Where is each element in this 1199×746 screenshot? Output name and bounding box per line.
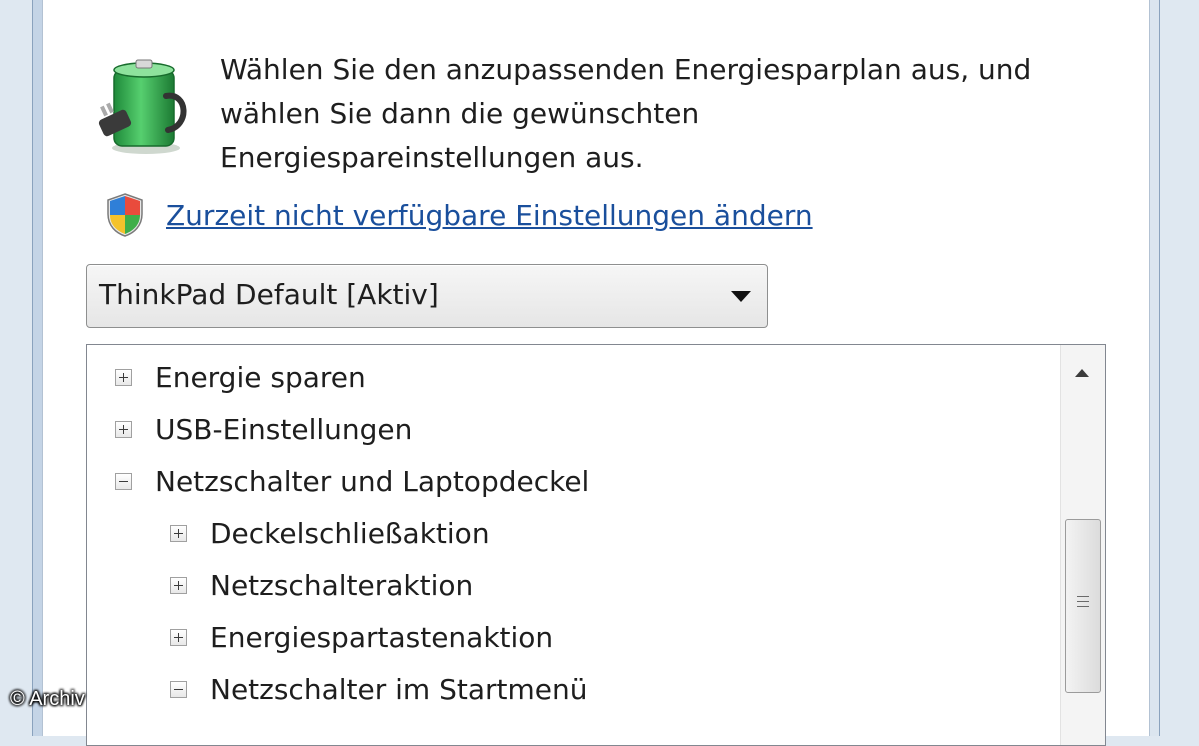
tree-item-label: Netzschalter und Laptopdeckel	[155, 464, 590, 498]
copyright-watermark: © Archiv	[10, 688, 85, 710]
tree-item-energie-sparen[interactable]: Energie sparen	[115, 351, 366, 403]
scroll-up-arrow-icon[interactable]	[1075, 369, 1089, 377]
chevron-down-icon[interactable]	[731, 291, 751, 302]
expand-icon[interactable]	[115, 368, 132, 386]
power-plan-dropdown[interactable]: ThinkPad Default [Aktiv]	[86, 264, 768, 328]
tree-item-label: Energiespartastenaktion	[210, 620, 554, 654]
tree-item-netzschalteraktion[interactable]: Netzschalteraktion	[170, 559, 473, 611]
expand-icon[interactable]	[115, 420, 132, 438]
tree-item-netzschalter-startmenue[interactable]: Netzschalter im Startmenü	[170, 663, 587, 715]
change-unavailable-settings-link[interactable]: Zurzeit nicht verfügbare Einstellungen ä…	[166, 194, 813, 238]
tree-item-label: Netzschalteraktion	[210, 568, 474, 602]
expand-icon[interactable]	[170, 576, 187, 594]
description-line: wählen Sie dann die gewünschten	[220, 97, 700, 130]
power-settings-tree[interactable]: Energie sparen USB-Einstellungen Netzsch…	[86, 344, 1106, 746]
description-line: Energiespareinstellungen aus.	[220, 141, 644, 174]
tree-item-label: Energie sparen	[155, 360, 366, 394]
tree-item-deckelschliessaktion[interactable]: Deckelschließaktion	[170, 507, 490, 559]
tree-item-label: Netzschalter im Startmenü	[210, 672, 588, 706]
tree-item-usb-einstellungen[interactable]: USB-Einstellungen	[115, 403, 412, 455]
tree-item-label: USB-Einstellungen	[155, 412, 413, 446]
description-line: Wählen Sie den anzupassenden Energiespar…	[220, 53, 1032, 86]
grip-line	[1077, 601, 1089, 602]
scrollbar-thumb[interactable]	[1065, 519, 1101, 693]
collapse-icon[interactable]	[115, 472, 132, 490]
tree-scrollbar[interactable]	[1060, 345, 1105, 745]
tree-item-netzschalter-laptopdeckel[interactable]: Netzschalter und Laptopdeckel	[115, 455, 589, 507]
expand-icon[interactable]	[170, 628, 187, 646]
plan-description: Wählen Sie den anzupassenden Energiespar…	[220, 48, 1120, 180]
power-plan-selected-value: ThinkPad Default [Aktiv]	[99, 278, 439, 311]
uac-shield-icon	[107, 193, 143, 237]
expand-icon[interactable]	[170, 524, 187, 542]
tree-item-label: Deckelschließaktion	[210, 516, 490, 550]
grip-line	[1077, 606, 1089, 607]
collapse-icon[interactable]	[170, 680, 187, 698]
tree-item-energiespartastenaktion[interactable]: Energiespartastenaktion	[170, 611, 553, 663]
grip-line	[1077, 596, 1089, 597]
power-battery-icon	[98, 59, 187, 154]
